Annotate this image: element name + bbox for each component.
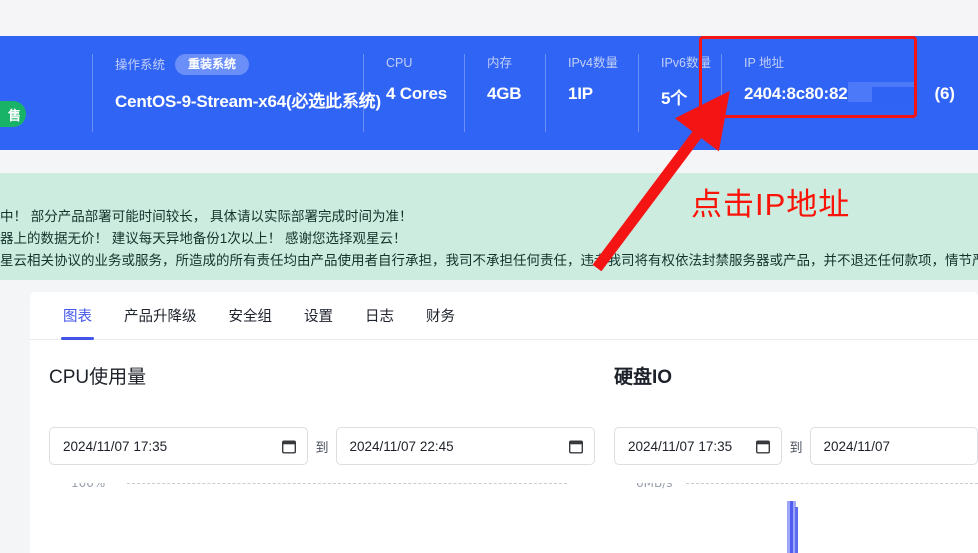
cpu-end-date-value: 2024/11/07 22:45 xyxy=(349,438,454,454)
tab-product-upgrade[interactable]: 产品升降级 xyxy=(108,292,213,340)
notice-line-2: 器上的数据无价！ 建议每天异地备份1次以上！ 感谢您选择观星云！ xyxy=(0,231,407,246)
annotation-label: 点击IP地址 xyxy=(691,187,851,222)
summary-value-ipv4-count: 1IP xyxy=(568,84,593,103)
summary-cell-cpu: CPU 4 Cores xyxy=(364,36,464,150)
summary-label-ipv6-count: IPv6数量 xyxy=(661,56,712,70)
tab-logs[interactable]: 日志 xyxy=(349,292,410,340)
cpu-y-axis-tick: 100% xyxy=(71,483,106,490)
detail-card: 图表 产品升降级 安全组 设置 日志 财务 CPU使用量 2024/11/07 … xyxy=(30,292,978,553)
disk-io-range-separator: 到 xyxy=(789,439,803,455)
ip-address-redaction-mask-inner xyxy=(872,87,916,103)
disk-io-start-date-value: 2024/11/07 17:35 xyxy=(628,438,733,454)
disk-io-end-date-input[interactable]: 2024/11/07 xyxy=(809,427,978,465)
ip-address-text[interactable]: 2404:8c80:82. (6) xyxy=(744,82,955,104)
notice-line-3: 星云相关协议的业务或服务，所造成的所有责任均由产品使用者自行承担，我司不承担任何… xyxy=(0,253,978,268)
cpu-range-separator: 到 xyxy=(315,439,329,455)
summary-label-ip-address: IP 地址 xyxy=(744,56,785,70)
chart-panel-cpu: CPU使用量 2024/11/07 17:35 到 2024/11/07 22:… xyxy=(30,340,595,553)
notice-line-1: 中！ 部分产品部署可能时间较长， 具体请以实际部署完成时间为准！ xyxy=(0,209,413,224)
cpu-start-date-input[interactable]: 2024/11/07 17:35 xyxy=(49,427,309,465)
summary-value-os: CentOS-9-Stream-x64(必选此系统) xyxy=(115,92,381,111)
chart-title-disk-io: 硬盘IO xyxy=(614,367,673,388)
calendar-icon[interactable] xyxy=(568,439,583,454)
summary-label-ipv4-count: IPv4数量 xyxy=(568,56,619,70)
summary-label-os-text: 操作系统 xyxy=(115,57,166,72)
summary-cell-memory: 内存 4GB xyxy=(465,36,545,150)
cpu-gridline xyxy=(127,483,567,484)
disk-io-gridline xyxy=(686,483,978,484)
charts-container: CPU使用量 2024/11/07 17:35 到 2024/11/07 22:… xyxy=(30,340,978,553)
disk-io-y-axis-tick: 6MB/s xyxy=(636,483,673,490)
server-summary-banner: 售 操作系统 重装系统 CentOS-9-Stream-x64(必选此系统) C… xyxy=(0,36,978,150)
detail-tabs: 图表 产品升降级 安全组 设置 日志 财务 xyxy=(30,292,978,340)
screenshot-root: 售 操作系统 重装系统 CentOS-9-Stream-x64(必选此系统) C… xyxy=(0,0,978,553)
date-range-cpu: 2024/11/07 17:35 到 2024/11/07 22:45 xyxy=(49,427,595,465)
disk-io-spike-secondary xyxy=(795,507,798,553)
tab-settings[interactable]: 设置 xyxy=(288,292,349,340)
ip-address-prefix: 2404:8c80:82. xyxy=(744,84,852,103)
chart-title-cpu: CPU使用量 xyxy=(49,367,147,388)
summary-value-cpu: 4 Cores xyxy=(386,84,447,103)
summary-cell-ipv4-count: IPv4数量 1IP xyxy=(546,36,638,150)
summary-cell-os: 操作系统 重装系统 CentOS-9-Stream-x64(必选此系统) xyxy=(93,36,381,150)
reinstall-system-button[interactable]: 重装系统 xyxy=(175,54,250,75)
summary-value-memory: 4GB xyxy=(487,84,522,103)
page-top-strip xyxy=(0,0,978,36)
tab-finance[interactable]: 财务 xyxy=(410,292,471,340)
calendar-icon[interactable] xyxy=(756,439,771,454)
disk-io-spike-peak xyxy=(790,501,793,553)
summary-cell-ip-address[interactable]: IP 地址 2404:8c80:82. (6) xyxy=(722,36,972,150)
summary-cell-ipv6-count: IPv6数量 5个 xyxy=(639,36,721,150)
disk-io-start-date-input[interactable]: 2024/11/07 17:35 xyxy=(614,427,783,465)
summary-label-memory: 内存 xyxy=(487,56,513,70)
summary-label-os: 操作系统 重装系统 xyxy=(115,54,363,75)
cpu-start-date-value: 2024/11/07 17:35 xyxy=(63,438,168,454)
chart-plot-cpu: 100% xyxy=(49,483,595,553)
status-badge: 售 xyxy=(0,101,26,127)
disk-io-end-date-value: 2024/11/07 xyxy=(823,438,891,454)
ip-address-suffix: (6) xyxy=(934,84,955,103)
chart-plot-disk-io: 6MB/s xyxy=(614,483,978,553)
summary-value-ipv6-count: 5个 xyxy=(661,89,688,108)
cpu-end-date-input[interactable]: 2024/11/07 22:45 xyxy=(335,427,595,465)
summary-value-ip-address[interactable]: 2404:8c80:82. (6) xyxy=(744,82,972,104)
tab-security-group[interactable]: 安全组 xyxy=(213,292,289,340)
date-range-disk-io: 2024/11/07 17:35 到 2024/11/07 xyxy=(614,427,978,465)
summary-label-cpu: CPU xyxy=(386,56,413,70)
calendar-icon[interactable] xyxy=(282,439,297,454)
tab-charts[interactable]: 图表 xyxy=(47,292,108,340)
chart-panel-disk-io: 硬盘IO 2024/11/07 17:35 到 2024/11/07 6MB/s xyxy=(595,340,978,553)
